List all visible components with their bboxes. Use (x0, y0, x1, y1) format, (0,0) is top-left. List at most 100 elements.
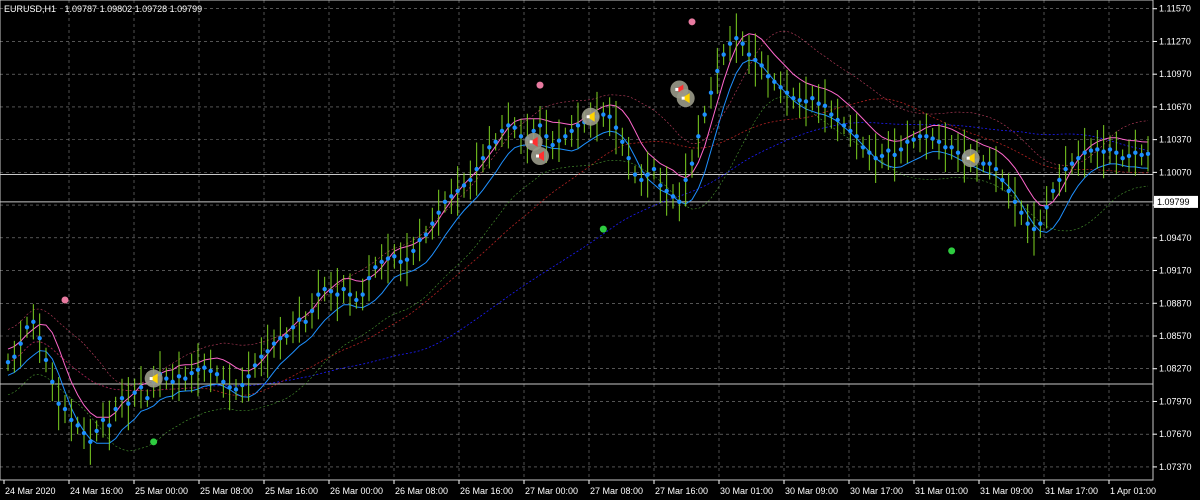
close-dot (246, 374, 251, 379)
x-tick-label: 30 Mar 01:00 (720, 486, 773, 496)
close-dot (848, 128, 853, 134)
x-tick-label: 25 Mar 08:00 (200, 486, 253, 496)
x-tick-label: 25 Mar 16:00 (265, 486, 318, 496)
close-dot (468, 177, 473, 183)
close-dot (518, 134, 524, 139)
close-dot (322, 286, 327, 292)
close-dot (1095, 147, 1100, 152)
close-dot (12, 354, 17, 359)
close-dot (544, 134, 549, 139)
close-dot (430, 221, 435, 226)
chart-header: EURUSD,H1 1.09787 1.09802 1.09728 1.0979… (4, 4, 202, 14)
close-dot (1057, 177, 1062, 183)
signal-center (586, 115, 590, 119)
pink-signal-dot (536, 81, 544, 89)
close-dot (563, 134, 568, 139)
close-dot (1069, 161, 1075, 166)
close-dot (138, 385, 144, 390)
close-dot (829, 112, 834, 117)
close-dot (639, 177, 644, 183)
y-tick-label: 1.11570 (1159, 4, 1191, 14)
close-dot (18, 341, 23, 346)
current-price-label: 1.09799 (1157, 197, 1190, 207)
close-dot (1133, 150, 1138, 155)
close-dot (936, 139, 942, 145)
close-dot (132, 390, 137, 395)
close-dot (987, 161, 992, 166)
x-tick-label: 27 Mar 16:00 (655, 486, 708, 496)
close-dot (1000, 177, 1005, 183)
price-chart[interactable]: 1.11570 1.11270 1.10970 1.10670 1.10370 1.100… (0, 0, 1200, 500)
close-dot (981, 161, 986, 166)
close-dot (613, 125, 619, 130)
close-dot (126, 401, 131, 406)
close-dot (645, 172, 650, 177)
close-dot (100, 417, 106, 423)
y-tick-label: 1.10970 (1159, 69, 1192, 79)
signal-center (536, 154, 539, 158)
close-dot (664, 188, 669, 194)
close-dot (366, 275, 372, 281)
close-dot (810, 95, 815, 101)
y-tick-label: 1.07670 (1159, 429, 1192, 439)
close-dot (328, 289, 334, 294)
y-tick-label: 1.10370 (1159, 135, 1192, 145)
close-dot (69, 417, 74, 423)
close-dot (81, 430, 87, 436)
close-dot (493, 139, 498, 145)
y-axis: 1.11570 1.11270 1.10970 1.10670 1.10370 1.100… (1153, 4, 1192, 472)
close-dot (1006, 188, 1011, 194)
x-tick-label: 25 Mar 00:00 (135, 486, 188, 496)
close-dot (354, 297, 359, 303)
close-dot (512, 125, 517, 130)
close-dot (917, 134, 923, 139)
close-dot (62, 406, 68, 412)
x-tick-label: 1 Apr 01:00 (1110, 486, 1156, 496)
close-dot (1025, 221, 1030, 226)
close-dot (550, 142, 555, 148)
close-dot (1044, 205, 1049, 210)
close-dot (993, 166, 999, 172)
close-dot (480, 155, 486, 161)
close-dot (164, 376, 169, 381)
close-dot (499, 128, 505, 134)
close-dot (392, 254, 397, 259)
close-dot (221, 379, 226, 385)
close-dot (727, 41, 733, 46)
close-dot (56, 401, 61, 406)
close-dot (867, 150, 872, 155)
x-tick-label: 26 Mar 00:00 (330, 486, 383, 496)
close-dot (1088, 148, 1094, 153)
close-dot (683, 177, 688, 183)
x-tick-label: 30 Mar 17:00 (850, 486, 903, 496)
close-dot (1050, 188, 1056, 194)
close-dot (1063, 166, 1068, 172)
close-dot (1126, 153, 1132, 159)
y-tick-label: 1.07970 (1159, 396, 1192, 406)
close-dot (265, 349, 270, 354)
close-dot (252, 363, 258, 368)
close-dot (259, 354, 264, 359)
close-dot (1012, 199, 1018, 205)
y-tick-label: 1.08570 (1159, 331, 1192, 341)
close-dot (702, 112, 707, 117)
current-price-tag: 1.09799 (1154, 195, 1198, 208)
close-dot (905, 139, 910, 145)
close-dot (886, 148, 891, 153)
close-dot (145, 395, 150, 401)
green-signal-dot (948, 247, 956, 255)
close-dot (835, 117, 840, 123)
close-dot (303, 319, 308, 325)
close-dot (797, 98, 802, 103)
x-tick-label: 30 Mar 09:00 (785, 486, 838, 496)
close-dot (778, 85, 783, 90)
close-dot (721, 52, 726, 57)
close-dot (94, 428, 99, 434)
green-signal-dot (150, 438, 158, 446)
close-dot (1076, 155, 1081, 161)
close-dot (1019, 210, 1024, 215)
close-dot (316, 292, 321, 297)
signal-center (966, 156, 970, 160)
signal-center (675, 87, 679, 91)
close-dot (670, 194, 676, 199)
